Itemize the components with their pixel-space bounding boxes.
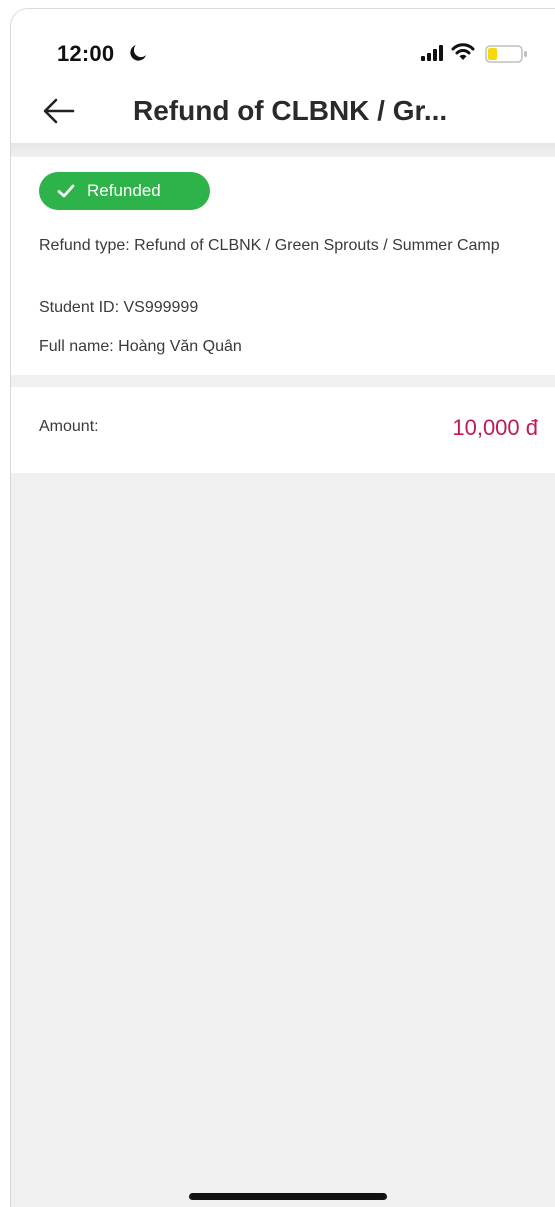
student-id-text: Student ID: VS999999 xyxy=(39,299,199,316)
refund-type-text: Refund type: Refund of CLBNK / Green Spr… xyxy=(39,237,500,254)
status-time: 12:00 xyxy=(57,41,115,66)
amount-value: 10,000 đ xyxy=(452,415,538,440)
phone-screen: 12:00 Refund of CLBNK / Gr... Refunded R… xyxy=(10,8,555,1207)
check-icon xyxy=(57,184,75,198)
status-bar: 12:00 xyxy=(11,9,555,79)
back-arrow-icon[interactable] xyxy=(39,93,79,129)
status-badge: Refunded xyxy=(39,172,210,210)
page-title: Refund of CLBNK / Gr... xyxy=(133,95,448,126)
status-badge-label: Refunded xyxy=(87,181,161,200)
home-indicator[interactable] xyxy=(189,1193,387,1200)
wifi-icon xyxy=(451,43,475,60)
signal-icon xyxy=(421,45,443,61)
amount-row: Amount: 10,000 đ xyxy=(11,387,555,473)
amount-label: Amount: xyxy=(39,418,99,435)
header-area: 12:00 Refund of CLBNK / Gr... xyxy=(11,9,555,145)
full-name-text: Full name: Hoàng Văn Quân xyxy=(39,338,242,355)
moon-icon xyxy=(130,45,146,61)
battery-icon xyxy=(485,45,527,63)
navigation-bar: Refund of CLBNK / Gr... xyxy=(11,79,555,143)
refund-info-card: Refunded Refund type: Refund of CLBNK / … xyxy=(11,157,555,375)
header-divider xyxy=(11,143,555,157)
